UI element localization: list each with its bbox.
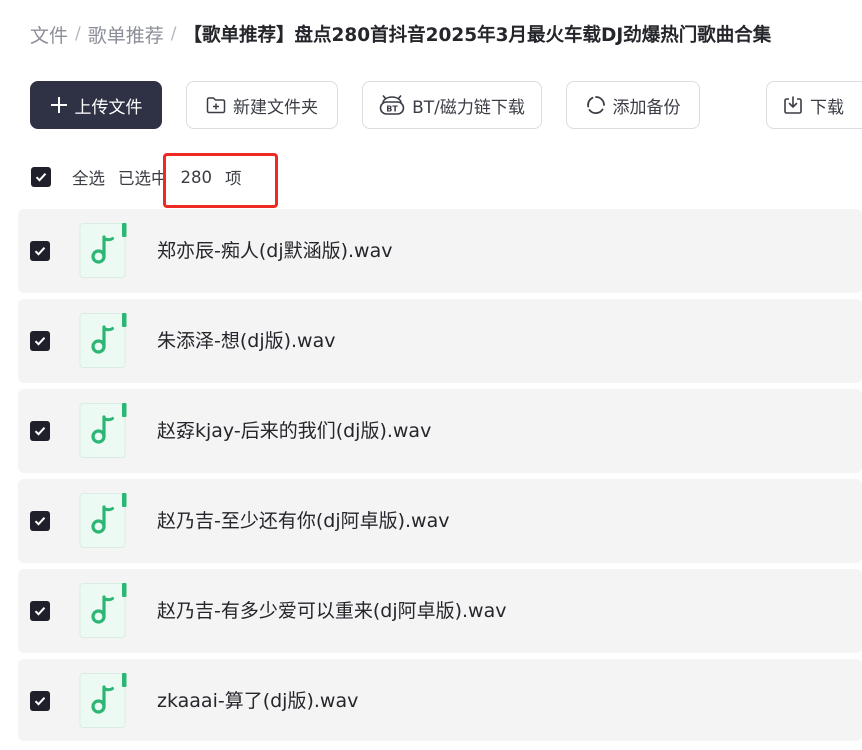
audio-file-icon — [79, 313, 127, 368]
file-checkbox[interactable] — [30, 241, 50, 261]
file-name[interactable]: 赵乃吉-至少还有你(dj阿卓版).wav — [157, 508, 450, 534]
add-backup-button[interactable]: 添加备份 — [566, 81, 700, 129]
bt-magnet-download-button[interactable]: BT BT/磁力链下载 — [362, 81, 542, 129]
breadcrumb-item-files[interactable]: 文件 — [30, 21, 68, 48]
file-checkbox[interactable] — [30, 331, 50, 351]
file-row[interactable]: 赵孬kjay-后来的我们(dj版).wav — [18, 389, 862, 473]
download-button[interactable]: 下载 — [766, 81, 862, 129]
checkmark-icon — [34, 427, 46, 436]
selected-prefix: 已选中 — [118, 169, 168, 188]
download-icon — [783, 95, 803, 115]
folder-plus-icon — [206, 96, 226, 114]
file-checkbox[interactable] — [30, 601, 50, 621]
file-name[interactable]: 朱添泽-想(dj版).wav — [157, 328, 336, 354]
toolbar: 上传文件 新建文件夹 BT BT/磁力链下载 添加备份 下载 — [30, 81, 862, 129]
checkmark-icon — [34, 697, 46, 706]
file-name[interactable]: 赵乃吉-有多少爱可以重来(dj阿卓版).wav — [157, 598, 507, 624]
audio-file-icon — [79, 223, 127, 278]
file-checkbox[interactable] — [30, 511, 50, 531]
audio-file-icon — [79, 673, 127, 728]
file-name[interactable]: 赵孬kjay-后来的我们(dj版).wav — [157, 418, 431, 444]
new-folder-button-label: 新建文件夹 — [233, 97, 318, 118]
checkmark-icon — [34, 517, 46, 526]
file-name[interactable]: zkaaai-算了(dj版).wav — [157, 688, 358, 714]
plus-icon — [50, 96, 68, 114]
audio-file-icon — [79, 403, 127, 458]
file-row[interactable]: 赵乃吉-有多少爱可以重来(dj阿卓版).wav — [18, 569, 862, 653]
breadcrumb-current-folder: 【歌单推荐】盘点280首抖音2025年3月最火车载DJ劲爆热门歌曲合集 — [183, 25, 772, 46]
file-checkbox[interactable] — [30, 421, 50, 441]
bt-icon: BT — [379, 94, 405, 116]
audio-file-icon — [79, 583, 127, 638]
breadcrumb-separator: / — [170, 24, 177, 44]
svg-text:BT: BT — [386, 105, 398, 114]
new-folder-button[interactable]: 新建文件夹 — [186, 81, 338, 129]
checkmark-icon — [35, 173, 47, 182]
file-row[interactable]: zkaaai-算了(dj版).wav — [18, 659, 862, 741]
file-row[interactable]: 郑亦辰-痴人(dj默涵版).wav — [18, 209, 862, 293]
sync-icon — [586, 95, 606, 115]
upload-button-label: 上传文件 — [74, 97, 143, 118]
select-all-checkbox[interactable] — [31, 167, 51, 187]
file-checkbox[interactable] — [30, 691, 50, 711]
audio-file-icon — [79, 493, 127, 548]
annotation-highlight-box — [163, 153, 278, 208]
select-all-label[interactable]: 全选 — [72, 165, 105, 189]
add-backup-button-label: 添加备份 — [612, 97, 681, 118]
breadcrumb-item-playlist[interactable]: 歌单推荐 — [88, 21, 164, 48]
breadcrumb-separator: / — [75, 24, 81, 44]
breadcrumb: 文件 / 歌单推荐 / 【歌单推荐】盘点280首抖音2025年3月最火车载DJ劲… — [30, 20, 771, 48]
download-button-label: 下载 — [810, 97, 844, 118]
upload-button[interactable]: 上传文件 — [30, 81, 162, 129]
checkmark-icon — [34, 337, 46, 346]
file-row[interactable]: 朱添泽-想(dj版).wav — [18, 299, 862, 383]
checkmark-icon — [34, 247, 46, 256]
bt-magnet-download-button-label: BT/磁力链下载 — [412, 97, 525, 118]
file-name[interactable]: 郑亦辰-痴人(dj默涵版).wav — [157, 238, 393, 264]
checkmark-icon — [34, 607, 46, 616]
file-row[interactable]: 赵乃吉-至少还有你(dj阿卓版).wav — [18, 479, 862, 563]
